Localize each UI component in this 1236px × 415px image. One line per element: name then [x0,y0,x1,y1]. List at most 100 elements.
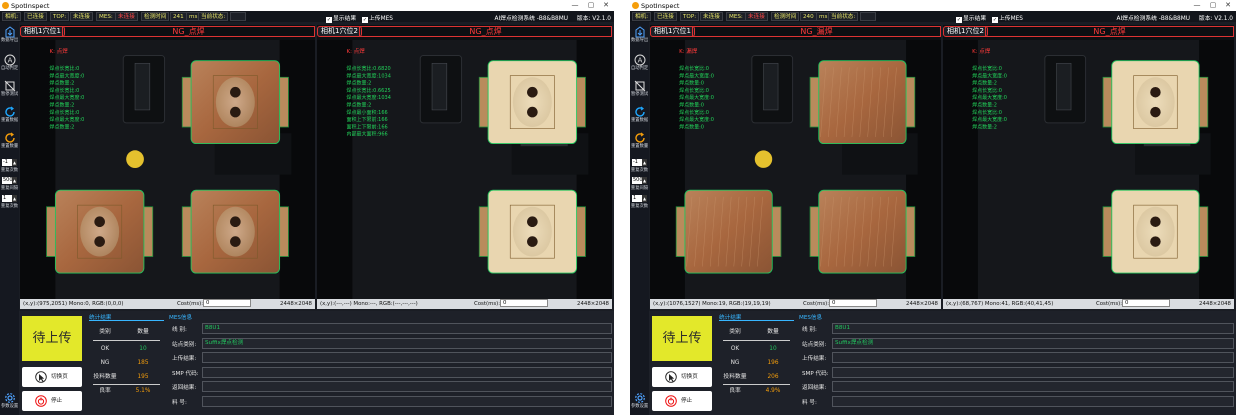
camera-label[interactable]: 相机1穴位1 [20,26,65,37]
export-icon [5,26,14,38]
show-result-checkbox[interactable]: ✓ 显示结果 [956,13,986,23]
mes-field[interactable] [832,352,1234,363]
current-state-label: 当前状态: [198,12,229,21]
data-export-button[interactable]: 数据导出 [1,26,18,44]
camera-pane-2: 相机1穴位2 NG_点焊 K: 点焊 焊点长宽比:0 焊点最大宽度:0 焊点数量:2 焊… [943,25,1234,309]
reset-data-button[interactable]: 重置数据 [631,106,648,124]
upload-status-button[interactable]: 待上传 [652,316,712,361]
gear-icon [634,393,645,403]
coord-info: (x,y):(---,---) Mono:---, RGB:(---,---,-… [320,301,418,307]
repeat-times-label: 重复次数 [630,204,649,209]
repeat-count-spinner[interactable]: -1 ▲ [632,159,647,166]
close-button[interactable]: ✕ [1221,1,1235,10]
stop-test-button[interactable]: 暂停测试 [1,80,18,98]
top-status-label: TOP: [680,12,700,21]
upload-mes-checkbox[interactable]: ✓ 上传MES [362,13,393,23]
stop-button[interactable]: 停止 [22,391,82,411]
upload-mes-checkbox[interactable]: ✓ 上传MES [992,13,1023,23]
resolution: 2448×2048 [1199,301,1231,307]
measurement-line: 焊点数量:2 [347,80,372,87]
measurement-line: 焊点长宽比:0 [972,65,1002,72]
close-button[interactable]: ✕ [599,1,613,10]
show-result-checkbox[interactable]: ✓ 显示结果 [326,13,356,23]
repeat-interval-spinner[interactable]: 500 ▲ [2,177,17,184]
reset-icon [4,132,15,143]
mes-field[interactable] [202,381,612,392]
cost-value: 0 [500,299,548,307]
maximize-button[interactable]: ▢ [584,1,598,10]
app-logo-icon [632,2,639,9]
reset-count-button[interactable]: 重置数量 [1,132,18,150]
image-info-bar: (x,y):(975,2051) Mono:0, RGB:(0,0,0) Cos… [20,299,315,309]
app-logo-icon [2,2,9,9]
minimize-button[interactable]: — [1190,1,1204,10]
camera-label[interactable]: 相机1穴位2 [943,26,988,37]
measurement-line: 焊点长宽比:0.6820 [347,65,391,72]
measurement-line: 焊点最大宽度:1034 [347,72,391,79]
mes-row: 返回结果: [169,380,612,393]
mes-field[interactable] [832,381,1234,392]
coord-info: (x,y):(975,2051) Mono:0, RGB:(0,0,0) [23,301,124,307]
stop-test-button[interactable]: 暂停测试 [631,80,648,98]
cost-label: Cost(ms): [177,301,204,307]
settings-button[interactable]: 参数设置 [1,392,18,410]
maximize-button[interactable]: ▢ [1206,1,1220,10]
inspection-image[interactable]: K: 漏焊 焊点长宽比:0 焊点最大宽度:0 焊点数量:0 焊点长宽比:0 焊点最大宽度:… [650,40,941,299]
repeat-times-spinner[interactable]: 1 ▲ [2,195,17,202]
spinner-arrows-icon[interactable]: ▲ [12,177,17,184]
spinner-arrows-icon[interactable]: ▲ [12,159,17,166]
mes-field[interactable]: Suffix焊点检测 [202,337,612,349]
upload-status-button[interactable]: 待上传 [22,316,82,361]
mes-field[interactable] [202,352,612,363]
camera-label[interactable]: 相机1穴位1 [650,26,695,37]
mes-row: 上传结果: [799,351,1234,364]
gear-icon [4,393,15,403]
spinner-arrows-icon[interactable]: ▲ [642,159,647,166]
mes-row: 返回结果: [799,380,1234,393]
measurement-line: 焊点数量:2 [50,102,75,109]
mes-row: 线 别: B8U1 [169,322,612,335]
auto-judge-button[interactable]: A 自动判定 [1,54,18,72]
switch-page-button[interactable]: 切换页 [652,367,712,387]
detect-time-label: 检测时间 [771,12,800,21]
repeat-count-spinner[interactable]: -1 ▲ [2,159,17,166]
inspection-image[interactable]: K: 点焊 焊点长宽比:0.6820 焊点最大宽度:1034 焊点数量:2 焊点长宽比:… [317,40,612,299]
image-info-bar: (x,y):(1076,1527) Mono:19, RGB:(19,19,19… [650,299,941,309]
camera-connected-badge: 已连接 [24,12,47,21]
mes-field[interactable]: Suffix焊点检测 [832,337,1234,349]
no-test-icon [634,80,645,92]
inspection-image[interactable]: K: 点焊 焊点长宽比:0 焊点最大宽度:0 焊点数量:2 焊点长宽比:0 焊点最大宽度:… [943,40,1234,299]
repeat-times-spinner[interactable]: 1 ▲ [632,195,647,202]
mes-field[interactable]: B8U1 [202,323,612,334]
auto-judge-button[interactable]: A 自动判定 [631,54,648,72]
minimize-button[interactable]: — [568,1,582,10]
mes-field[interactable] [202,366,612,378]
settings-button[interactable]: 参数设置 [631,392,648,410]
mes-title: MES信息 [169,315,193,321]
spinner-arrows-icon[interactable]: ▲ [642,177,647,184]
measurement-line: 焊点长宽比:0 [679,109,709,116]
repeat-interval-spinner[interactable]: 500 ▲ [632,177,647,184]
mes-field[interactable] [202,395,612,407]
data-export-button[interactable]: 数据导出 [631,26,648,44]
spinner-arrows-icon[interactable]: ▲ [642,195,647,202]
reset-data-button[interactable]: 重置数据 [1,106,18,124]
camera-label[interactable]: 相机1穴位2 [317,26,362,37]
switch-page-button[interactable]: 切换页 [22,367,82,387]
top-status-label: TOP: [50,12,70,21]
measurement-line: 焊点长宽比:0 [972,87,1002,94]
checkmark-icon: ✓ [326,17,332,23]
reset-count-button[interactable]: 重置数量 [631,132,648,150]
mes-row: 站点类别: Suffix焊点检测 [169,337,612,350]
system-name: AI焊点检测系统 -B8&B8MU [494,16,569,22]
mes-row: 站点类别: Suffix焊点检测 [799,337,1234,350]
mes-field[interactable] [832,366,1234,378]
mes-field[interactable] [832,395,1234,407]
inspection-image[interactable]: K: 点焊 焊点长宽比:0 焊点最大宽度:0 焊点数量:2 焊点长宽比:0 焊点最大宽度:… [20,40,315,299]
repeat-interval-label: 重复间隔 [0,186,19,191]
stop-button[interactable]: 停止 [652,391,712,411]
spinner-arrows-icon[interactable]: ▲ [12,195,17,202]
mes-field[interactable]: B8U1 [832,323,1234,334]
mes-row: SMP 代码: [169,366,612,379]
top-disconnected-badge: 未连接 [700,12,723,21]
